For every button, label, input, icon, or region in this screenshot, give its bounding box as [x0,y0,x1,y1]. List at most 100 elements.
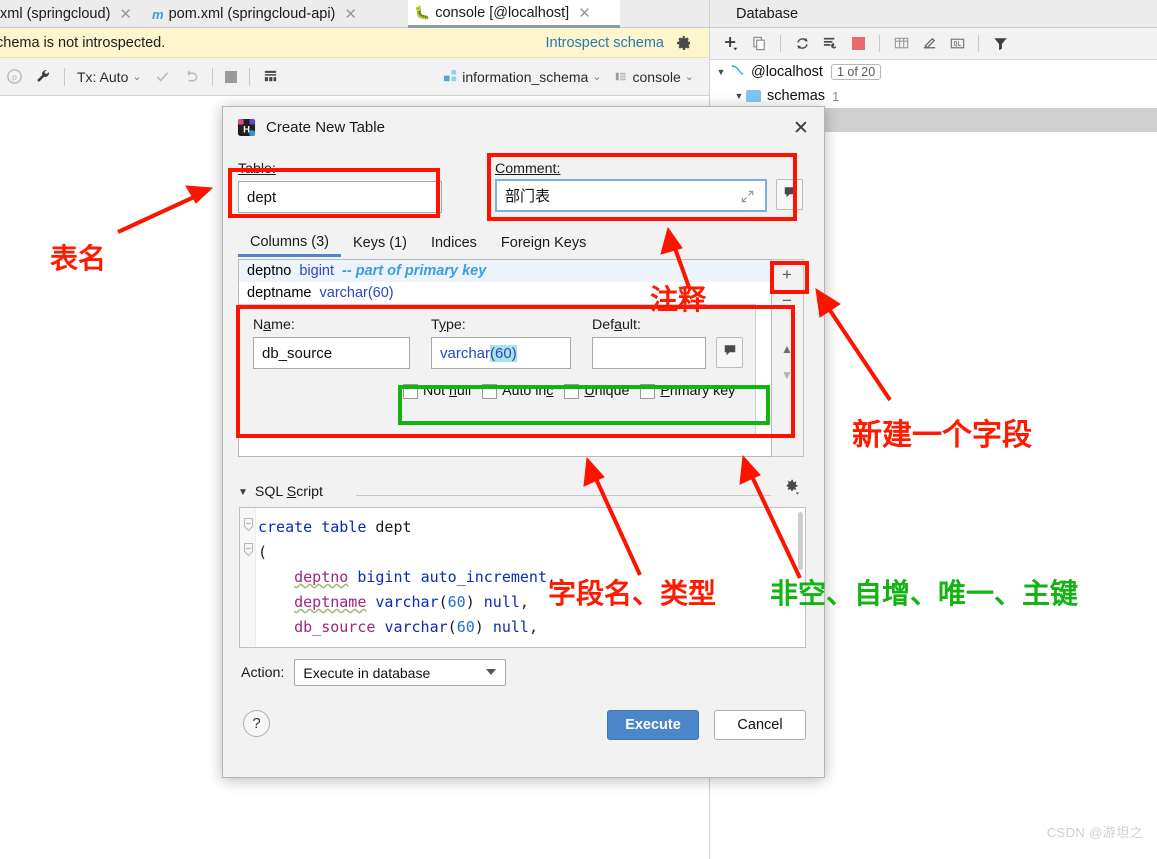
tab-label: Keys (1) [352,235,407,251]
close-icon[interactable]: ✕ [790,117,812,139]
query-console-icon[interactable]: QL [944,31,970,57]
action-select[interactable]: Execute in database [294,659,507,686]
chevron-down-icon: ⌄ [684,71,694,83]
dialog-title: Create New Table [266,118,385,136]
introspect-notification-bar: chema is not introspected. Introspect sc… [0,28,710,58]
console-icon: 🐛 [414,4,431,20]
tab-keys[interactable]: Keys (1) [341,229,419,257]
annotation-table-name: 表名 [50,243,107,274]
execute-button[interactable]: Execute [607,710,699,740]
session-selector[interactable]: console ⌄ [608,58,700,96]
cancel-button-label: Cancel [737,717,783,733]
status-badge: 1 of 20 [830,64,882,80]
stop-icon[interactable] [845,31,871,57]
schema-icon [444,69,457,82]
annotation-box-constraints [398,385,770,425]
triangle-down-icon[interactable]: ▼ [714,67,728,77]
svg-text:H: H [243,124,250,135]
annotation-constraints: 非空、自增、唯一、主键 [770,578,1079,609]
tab-indices[interactable]: Indices [419,229,489,257]
svg-text:p: p [12,72,17,82]
maven-file-icon: m [152,6,164,22]
wrench-icon[interactable] [29,58,58,96]
chevron-down-icon [486,669,497,675]
notification-text: chema is not introspected. [0,34,166,51]
sql-vertical-scrollbar[interactable] [798,512,803,570]
tree-node-label: schemas [767,88,826,104]
tree-node-schemas[interactable]: ▼ schemas 1 [710,84,1157,108]
tab-label: xml (springcloud) [0,6,111,22]
filter-icon[interactable] [987,31,1013,57]
fold-icon[interactable] [243,515,254,538]
dialog-tab-bar: Columns (3) Keys (1) Indices Foreign Key… [238,229,618,257]
editor-tab-bar: xml (springcloud) ✕ m pom.xml (springclo… [0,0,710,28]
annotation-box-comment [487,153,797,221]
column-name: deptname [247,285,312,301]
cancel-button[interactable]: Cancel [714,710,806,740]
tree-node-count: 1 [832,88,840,104]
column-comment: -- part of primary key [342,263,487,279]
database-toolbar: QL [710,28,1157,60]
console-toolbar: p Tx: Auto ⌄ information_schema ⌄ consol… [0,58,710,96]
tab-label: Indices [430,235,477,251]
tab-label: pom.xml (springcloud-api) [168,6,336,22]
sql-script-label: SQL Script [254,484,323,500]
svg-text:QL: QL [953,40,961,48]
sql-script-editor[interactable]: create table dept ( deptno bigint auto_i… [239,507,806,648]
editor-tab-pom[interactable]: m pom.xml (springcloud-api) ✕ [146,0,392,28]
close-icon[interactable]: ✕ [119,5,132,23]
annotation-field-name-type: 字段名、类型 [548,578,717,609]
refresh-icon[interactable] [789,31,815,57]
tx-label: Tx: Auto [77,68,129,85]
add-icon[interactable] [718,31,744,57]
grid-icon[interactable] [256,58,285,96]
help-button[interactable]: ? [243,710,270,737]
action-select-value: Execute in database [303,664,431,681]
triangle-down-icon[interactable]: ▼ [732,91,746,101]
column-type: bigint [299,263,335,279]
sync-run-icon[interactable] [817,31,843,57]
datagrip-icon: H [237,118,256,137]
annotation-box-table-name [228,168,440,218]
close-icon[interactable]: ✕ [578,4,591,22]
editor-tab-xml[interactable]: xml (springcloud) ✕ [0,0,140,28]
table-icon[interactable] [888,31,914,57]
folder-icon [746,90,761,102]
action-row: Action: Execute in database [241,659,507,686]
commit-check-icon[interactable] [148,58,177,96]
copy-icon[interactable] [746,31,772,57]
column-type: varchar(60) [319,285,394,301]
stop-icon[interactable] [219,58,243,96]
profile-icon[interactable]: p [0,58,29,96]
annotation-new-field: 新建一个字段 [852,419,1032,452]
tree-node-localhost[interactable]: ▼ @localhost 1 of 20 [710,60,1157,84]
transaction-mode-selector[interactable]: Tx: Auto ⌄ [71,58,148,96]
sql-header-rule [356,495,771,496]
edit-icon[interactable] [916,31,942,57]
code-gutter [240,508,256,647]
watermark: CSDN @游坦之 [1046,825,1143,840]
session-label: console [632,68,681,85]
dialog-header: H Create New Table ✕ [223,107,824,147]
close-icon[interactable]: ✕ [344,5,357,23]
column-name: deptno [247,263,292,279]
rollback-icon[interactable] [177,58,206,96]
schema-selector[interactable]: information_schema ⌄ [437,58,607,96]
annotation-comment: 注释 [650,284,707,315]
chevron-down-icon: ⌄ [132,71,142,83]
editor-tab-console[interactable]: 🐛 console [@localhost] ✕ [408,0,620,28]
tab-columns[interactable]: Columns (3) [238,229,341,257]
gear-icon[interactable] [676,35,692,51]
database-panel-title: Database [710,0,1157,28]
sql-code-text: create table dept ( deptno bigint auto_i… [258,518,557,636]
sql-script-header[interactable]: ▼ SQL Script [238,484,323,500]
fold-icon[interactable] [243,540,254,563]
chevron-down-icon: ⌄ [592,71,602,83]
tab-label: console [@localhost] [435,4,570,21]
tab-foreign-keys[interactable]: Foreign Keys [489,229,598,257]
introspect-schema-link[interactable]: Introspect schema [546,35,664,51]
gear-icon[interactable] [784,479,802,502]
schema-label: information_schema [462,68,589,85]
triangle-down-icon[interactable]: ▼ [238,487,248,498]
tree-node-label: @localhost [751,64,823,80]
